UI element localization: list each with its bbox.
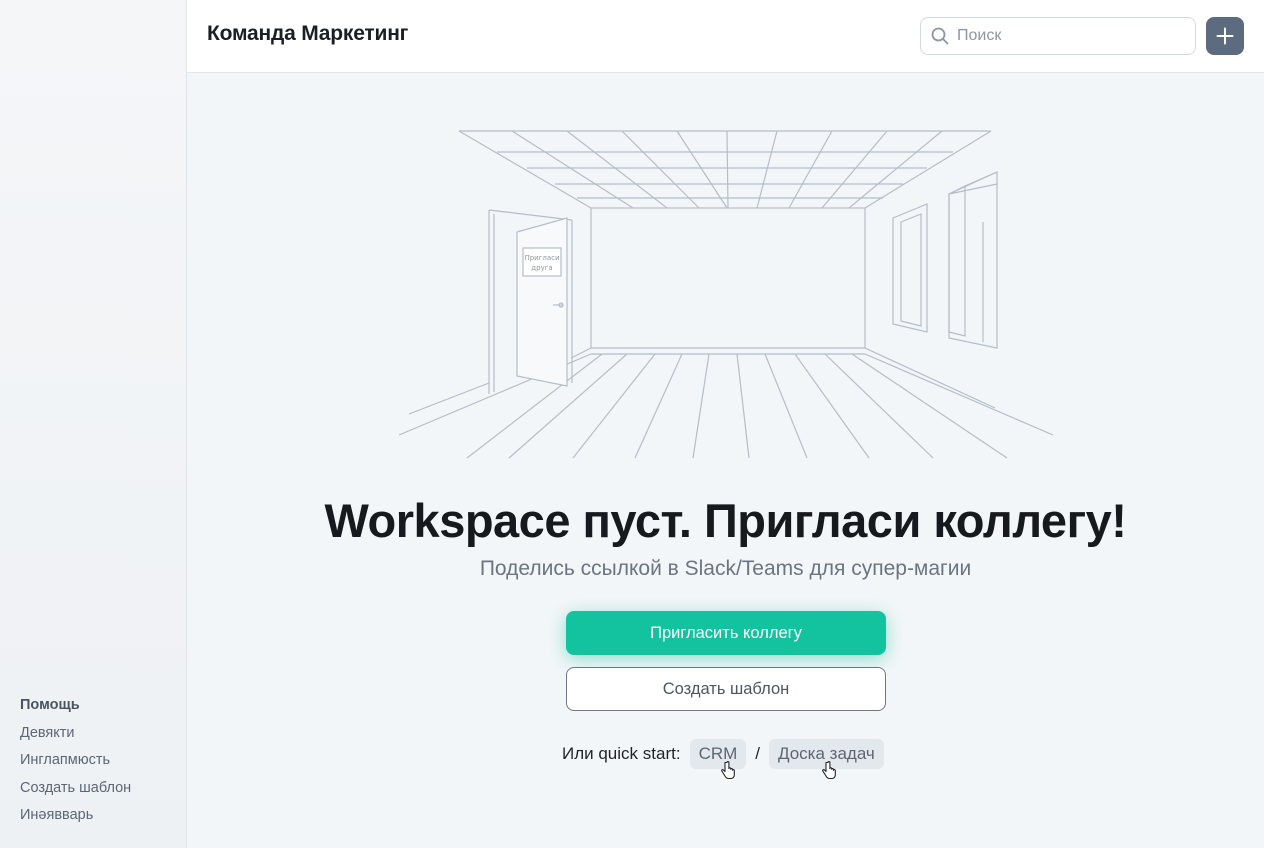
empty-state-main: Пригласи друга Workspace пуст. Пригласи …	[187, 73, 1264, 848]
plus-icon	[1216, 27, 1234, 45]
add-button[interactable]	[1206, 17, 1244, 55]
sidebar-footer-nav: Помощь Девякти Инглапмюсть Создать шабло…	[20, 694, 131, 832]
empty-state-subline: Поделись ссылкой в Slack/Teams для супер…	[479, 557, 972, 580]
sidebar-item-help[interactable]: Помощь	[20, 694, 131, 722]
hand-cursor-icon	[720, 761, 735, 780]
invite-colleague-button[interactable]: Пригласить коллегу	[566, 611, 886, 655]
hand-cursor-icon	[822, 761, 836, 780]
search-input[interactable]	[957, 27, 1177, 45]
quickstart-crm-chip[interactable]: CRM	[689, 739, 747, 780]
quickstart-separator: /	[755, 744, 761, 763]
quickstart-label: Или quick start:	[562, 744, 681, 763]
page-title: Команда Маркетинг	[207, 22, 409, 45]
sidebar-item-inyavvar[interactable]: Инәявварь	[20, 804, 131, 832]
sidebar-item-inglapmyust[interactable]: Инглапмюсть	[20, 749, 131, 777]
search-box[interactable]	[920, 17, 1196, 55]
quickstart-row: Или quick start: CRM / Доска задач	[562, 739, 884, 780]
sidebar-item-create-template[interactable]: Создать шаблон	[20, 777, 131, 805]
quickstart-task-board-chip[interactable]: Доска задач	[769, 739, 884, 780]
door-sign-line2: друга	[531, 264, 552, 272]
empty-state-headline: Workspace пуст. Пригласи коллегу!	[324, 494, 1127, 547]
sidebar-item-devyakti[interactable]: Девякти	[20, 722, 131, 750]
sidebar: Помощь Девякти Инглапмюсть Создать шабло…	[0, 0, 187, 848]
create-template-button[interactable]: Создать шаблон	[566, 667, 886, 711]
empty-room-illustration: Пригласи друга	[398, 130, 1054, 459]
door-sign-line1: Пригласи	[524, 254, 559, 262]
search-icon	[931, 27, 949, 45]
top-bar: Команда Маркетинг	[187, 0, 1264, 73]
